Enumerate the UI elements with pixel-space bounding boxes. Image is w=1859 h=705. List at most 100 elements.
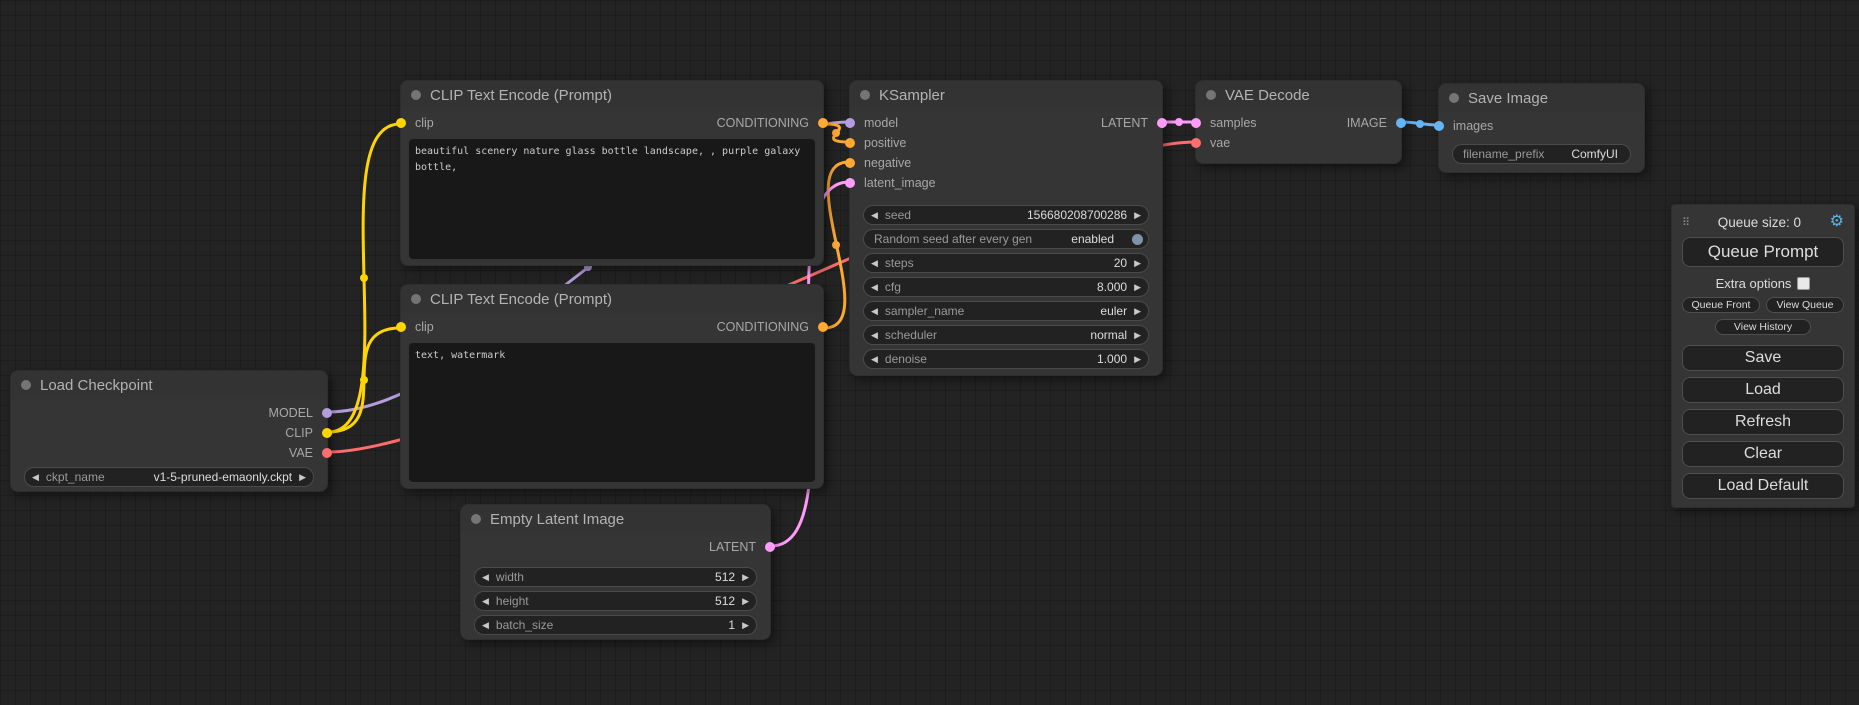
prompt-textarea[interactable]: text, watermark [409,343,815,482]
toggle-knob[interactable] [1132,234,1143,245]
arrow-right-icon[interactable]: ▶ [1127,355,1148,364]
slot-label-images: images [1453,119,1493,133]
input-slot-negative[interactable] [845,158,855,168]
load-button[interactable]: Load [1682,377,1844,403]
input-slot-model[interactable] [845,118,855,128]
arrow-left-icon[interactable]: ◀ [864,307,885,316]
slot-label-vae: vae [1210,136,1230,150]
arrow-right-icon[interactable]: ▶ [292,473,313,482]
widget-cfg[interactable]: ◀ cfg 8.000 ▶ [863,277,1149,297]
collapse-dot[interactable] [471,514,481,524]
slot-label-vae: VAE [289,446,313,460]
input-slot-images[interactable] [1434,121,1444,131]
widget-sampler-name[interactable]: ◀ sampler_name euler ▶ [863,301,1149,321]
queue-front-button[interactable]: Queue Front [1682,297,1760,313]
widget-steps[interactable]: ◀ steps 20 ▶ [863,253,1149,273]
slot-label-clip: CLIP [285,426,313,440]
widget-height[interactable]: ◀ height 512 ▶ [474,591,757,611]
slot-row: VAE [11,443,327,463]
output-slot-latent[interactable] [1157,118,1167,128]
node-header[interactable]: VAE Decode [1196,81,1401,109]
load-default-button[interactable]: Load Default [1682,473,1844,499]
node-clip-text-encode-positive[interactable]: CLIP Text Encode (Prompt) clip CONDITION… [400,80,824,266]
view-queue-button[interactable]: View Queue [1766,297,1844,313]
slot-label-conditioning: CONDITIONING [717,320,809,334]
widget-label: Random seed after every gen [864,232,1032,246]
widget-scheduler[interactable]: ◀ scheduler normal ▶ [863,325,1149,345]
settings-gear-icon[interactable]: ⚙ [1830,214,1844,230]
comfy-menu-panel[interactable]: ⠿ Queue size: 0 ⚙ Queue Prompt Extra opt… [1671,204,1855,508]
extra-options-checkbox[interactable] [1797,277,1810,290]
arrow-right-icon[interactable]: ▶ [735,621,756,630]
output-slot-image[interactable] [1396,118,1406,128]
input-slot-clip[interactable] [396,118,406,128]
arrow-left-icon[interactable]: ◀ [864,331,885,340]
node-empty-latent-image[interactable]: Empty Latent Image LATENT ◀ width 512 ▶ … [460,504,771,640]
wire-clip-negative[interactable] [328,328,400,432]
widget-batch-size[interactable]: ◀ batch_size 1 ▶ [474,615,757,635]
node-load-checkpoint[interactable]: Load Checkpoint MODEL CLIP VAE ◀ ckpt_na… [10,370,328,492]
collapse-dot[interactable] [411,294,421,304]
collapse-dot[interactable] [21,380,31,390]
widget-denoise[interactable]: ◀ denoise 1.000 ▶ [863,349,1149,369]
slot-label-negative: negative [864,156,911,170]
arrow-right-icon[interactable]: ▶ [1127,259,1148,268]
node-ksampler[interactable]: KSampler model LATENT positive negative … [849,80,1163,376]
clear-button[interactable]: Clear [1682,441,1844,467]
collapse-dot[interactable] [411,90,421,100]
input-slot-latent-image[interactable] [845,178,855,188]
widget-ckpt-name[interactable]: ◀ ckpt_name v1-5-pruned-emaonly.ckpt ▶ [24,467,314,487]
arrow-right-icon[interactable]: ▶ [1127,283,1148,292]
input-slot-positive[interactable] [845,138,855,148]
output-slot-latent[interactable] [765,542,775,552]
arrow-right-icon[interactable]: ▶ [735,597,756,606]
widget-label: seed [885,208,911,222]
arrow-left-icon[interactable]: ◀ [864,211,885,220]
output-slot-conditioning[interactable] [818,322,828,332]
arrow-left-icon[interactable]: ◀ [25,473,46,482]
collapse-dot[interactable] [860,90,870,100]
collapse-dot[interactable] [1206,90,1216,100]
node-header[interactable]: KSampler [850,81,1162,109]
node-header[interactable]: Save Image [1439,84,1644,112]
arrow-right-icon[interactable]: ▶ [1127,331,1148,340]
widget-seed[interactable]: ◀ seed 156680208700286 ▶ [863,205,1149,225]
node-vae-decode[interactable]: VAE Decode samples IMAGE vae [1195,80,1402,164]
refresh-button[interactable]: Refresh [1682,409,1844,435]
arrow-left-icon[interactable]: ◀ [475,597,496,606]
output-slot-clip[interactable] [322,428,332,438]
wire-cond-negative[interactable] [824,162,849,328]
wire-clip-positive[interactable] [328,124,400,432]
graph-canvas[interactable]: Load Checkpoint MODEL CLIP VAE ◀ ckpt_na… [0,0,1859,705]
arrow-left-icon[interactable]: ◀ [475,573,496,582]
node-save-image[interactable]: Save Image images filename_prefix ComfyU… [1438,83,1645,173]
arrow-left-icon[interactable]: ◀ [864,283,885,292]
node-header[interactable]: CLIP Text Encode (Prompt) [401,81,823,109]
arrow-right-icon[interactable]: ▶ [735,573,756,582]
widget-random-seed-toggle[interactable]: Random seed after every gen enabled [863,229,1149,249]
output-slot-model[interactable] [322,408,332,418]
output-slot-vae[interactable] [322,448,332,458]
prompt-textarea[interactable]: beautiful scenery nature glass bottle la… [409,139,815,259]
node-header[interactable]: Load Checkpoint [11,371,327,399]
drag-handle-icon[interactable]: ⠿ [1682,216,1689,229]
widget-filename-prefix[interactable]: filename_prefix ComfyUI [1452,144,1631,164]
input-slot-samples[interactable] [1191,118,1201,128]
view-history-button[interactable]: View History [1715,319,1811,335]
output-slot-conditioning[interactable] [818,118,828,128]
arrow-left-icon[interactable]: ◀ [864,259,885,268]
arrow-left-icon[interactable]: ◀ [864,355,885,364]
node-clip-text-encode-negative[interactable]: CLIP Text Encode (Prompt) clip CONDITION… [400,284,824,489]
arrow-right-icon[interactable]: ▶ [1127,211,1148,220]
node-header[interactable]: CLIP Text Encode (Prompt) [401,285,823,313]
save-button[interactable]: Save [1682,345,1844,371]
collapse-dot[interactable] [1449,93,1459,103]
node-header[interactable]: Empty Latent Image [461,505,770,533]
input-slot-vae[interactable] [1191,138,1201,148]
arrow-right-icon[interactable]: ▶ [1127,307,1148,316]
arrow-left-icon[interactable]: ◀ [475,621,496,630]
input-slot-clip[interactable] [396,322,406,332]
queue-prompt-button[interactable]: Queue Prompt [1682,237,1844,267]
widget-width[interactable]: ◀ width 512 ▶ [474,567,757,587]
wire-image[interactable] [1402,122,1438,125]
